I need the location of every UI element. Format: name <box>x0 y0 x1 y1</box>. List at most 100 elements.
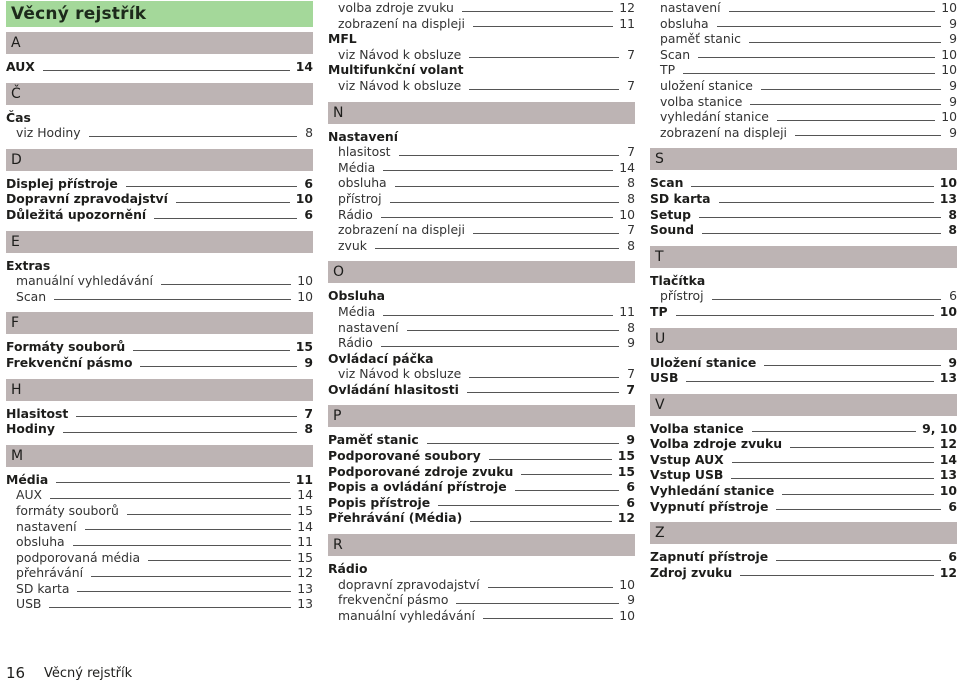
index-entry[interactable]: Dopravní zpravodajství 10 <box>6 191 313 207</box>
index-subentry[interactable]: obsluha 9 <box>650 16 957 32</box>
page-reference[interactable]: 7 <box>625 144 635 160</box>
page-reference[interactable]: 15 <box>296 339 313 355</box>
index-subentry[interactable]: SD karta 13 <box>6 581 313 597</box>
page-reference[interactable]: 15 <box>618 464 635 480</box>
index-subentry[interactable]: zvuk 8 <box>328 238 635 254</box>
page-reference[interactable]: 6 <box>303 207 313 223</box>
index-entry[interactable]: Podporované zdroje zvuku 15 <box>328 464 635 480</box>
index-entry[interactable]: Podporované soubory 15 <box>328 448 635 464</box>
index-subentry[interactable]: Média 14 <box>328 160 635 176</box>
index-entry[interactable]: Formáty souborů 15 <box>6 339 313 355</box>
index-entry[interactable]: TP 10 <box>650 304 957 320</box>
index-entry[interactable]: Média 11 <box>6 472 313 488</box>
page-reference[interactable]: 12 <box>618 510 635 526</box>
page-reference[interactable]: 8 <box>625 175 635 191</box>
page-reference[interactable]: 10 <box>941 109 957 125</box>
index-subentry[interactable]: Rádio 10 <box>328 207 635 223</box>
index-entry[interactable]: Setup 8 <box>650 207 957 223</box>
page-reference[interactable]: 10 <box>940 304 957 320</box>
page-reference[interactable]: 13 <box>940 467 957 483</box>
page-reference[interactable]: 6 <box>947 499 957 515</box>
index-subentry[interactable]: hlasitost 7 <box>328 144 635 160</box>
index-entry[interactable]: Vypnutí přístroje 6 <box>650 499 957 515</box>
index-entry[interactable]: Popis a ovládání přístroje 6 <box>328 479 635 495</box>
index-subentry[interactable]: Scan 10 <box>650 47 957 63</box>
index-entry[interactable]: Ovládání hlasitosti 7 <box>328 382 635 398</box>
page-reference[interactable]: 9 <box>625 592 635 608</box>
page-reference[interactable]: 12 <box>297 565 313 581</box>
page-reference[interactable]: 6 <box>947 549 957 565</box>
index-subentry[interactable]: nastavení 10 <box>650 0 957 16</box>
index-subentry[interactable]: podporovaná média 15 <box>6 550 313 566</box>
index-subentry[interactable]: přístroj 6 <box>650 288 957 304</box>
index-subentry[interactable]: dopravní zpravodajství 10 <box>328 577 635 593</box>
index-entry[interactable]: USB 13 <box>650 370 957 386</box>
page-reference[interactable]: 10 <box>619 608 635 624</box>
page-reference[interactable]: 10 <box>296 191 313 207</box>
page-reference[interactable]: 7 <box>625 366 635 382</box>
page-reference[interactable]: 11 <box>296 472 313 488</box>
page-reference[interactable]: 13 <box>297 581 313 597</box>
index-entry[interactable]: Displej přístroje 6 <box>6 176 313 192</box>
page-reference[interactable]: 8 <box>625 238 635 254</box>
page-reference[interactable]: 15 <box>297 550 313 566</box>
page-reference[interactable]: 8 <box>303 421 313 437</box>
index-subentry[interactable]: viz Návod k obsluze 7 <box>328 366 635 382</box>
index-entry[interactable]: Hlasitost 7 <box>6 406 313 422</box>
index-subentry[interactable]: AUX 14 <box>6 487 313 503</box>
page-reference[interactable]: 6 <box>625 495 635 511</box>
index-subentry[interactable]: manuální vyhledávání 10 <box>6 273 313 289</box>
page-reference[interactable]: 10 <box>941 0 957 16</box>
page-reference[interactable]: 13 <box>297 596 313 612</box>
page-reference[interactable]: 11 <box>619 16 635 32</box>
index-entry[interactable]: Hodiny 8 <box>6 421 313 437</box>
page-reference[interactable]: 10 <box>940 175 957 191</box>
index-entry[interactable]: Přehrávání (Média) 12 <box>328 510 635 526</box>
index-subentry[interactable]: přístroj 8 <box>328 191 635 207</box>
page-reference[interactable]: 10 <box>941 47 957 63</box>
page-reference[interactable]: 15 <box>297 503 313 519</box>
page-reference[interactable]: 13 <box>940 370 957 386</box>
index-subentry[interactable]: zobrazení na displeji 9 <box>650 125 957 141</box>
page-reference[interactable]: 9 <box>947 31 957 47</box>
page-reference[interactable]: 9 <box>625 432 635 448</box>
index-entry[interactable]: Důležitá upozornění 6 <box>6 207 313 223</box>
page-reference[interactable]: 14 <box>296 59 313 75</box>
index-subentry[interactable]: volba zdroje zvuku 12 <box>328 0 635 16</box>
index-subentry[interactable]: vyhledání stanice 10 <box>650 109 957 125</box>
index-entry[interactable]: SD karta 13 <box>650 191 957 207</box>
page-reference[interactable]: 9 <box>947 16 957 32</box>
index-subentry[interactable]: Scan 10 <box>6 289 313 305</box>
page-reference[interactable]: 9 <box>947 78 957 94</box>
page-reference[interactable]: 9, 10 <box>922 421 957 437</box>
page-reference[interactable]: 9 <box>625 335 635 351</box>
page-reference[interactable]: 7 <box>625 47 635 63</box>
page-reference[interactable]: 10 <box>619 577 635 593</box>
index-entry[interactable]: Vstup USB 13 <box>650 467 957 483</box>
page-reference[interactable]: 12 <box>619 0 635 16</box>
page-reference[interactable]: 14 <box>297 487 313 503</box>
page-reference[interactable]: 12 <box>940 436 957 452</box>
page-reference[interactable]: 14 <box>940 452 957 468</box>
page-reference[interactable]: 8 <box>947 222 957 238</box>
index-subentry[interactable]: USB 13 <box>6 596 313 612</box>
page-reference[interactable]: 9 <box>947 355 957 371</box>
index-entry[interactable]: Uložení stanice 9 <box>650 355 957 371</box>
index-entry[interactable]: Vyhledání stanice 10 <box>650 483 957 499</box>
page-reference[interactable]: 8 <box>303 125 313 141</box>
index-entry[interactable]: AUX 14 <box>6 59 313 75</box>
index-entry[interactable]: Popis přístroje 6 <box>328 495 635 511</box>
index-subentry[interactable]: nastavení 14 <box>6 519 313 535</box>
index-entry[interactable]: Zdroj zvuku 12 <box>650 565 957 581</box>
page-reference[interactable]: 7 <box>625 222 635 238</box>
index-subentry[interactable]: TP 10 <box>650 62 957 78</box>
index-entry[interactable]: Zapnutí přístroje 6 <box>650 549 957 565</box>
index-entry[interactable]: Volba stanice 9, 10 <box>650 421 957 437</box>
page-reference[interactable]: 12 <box>940 565 957 581</box>
index-subentry[interactable]: obsluha 11 <box>6 534 313 550</box>
page-reference[interactable]: 7 <box>303 406 313 422</box>
index-entry[interactable]: Volba zdroje zvuku 12 <box>650 436 957 452</box>
page-reference[interactable]: 13 <box>940 191 957 207</box>
index-entry[interactable]: Frekvenční pásmo 9 <box>6 355 313 371</box>
index-subentry[interactable]: manuální vyhledávání 10 <box>328 608 635 624</box>
